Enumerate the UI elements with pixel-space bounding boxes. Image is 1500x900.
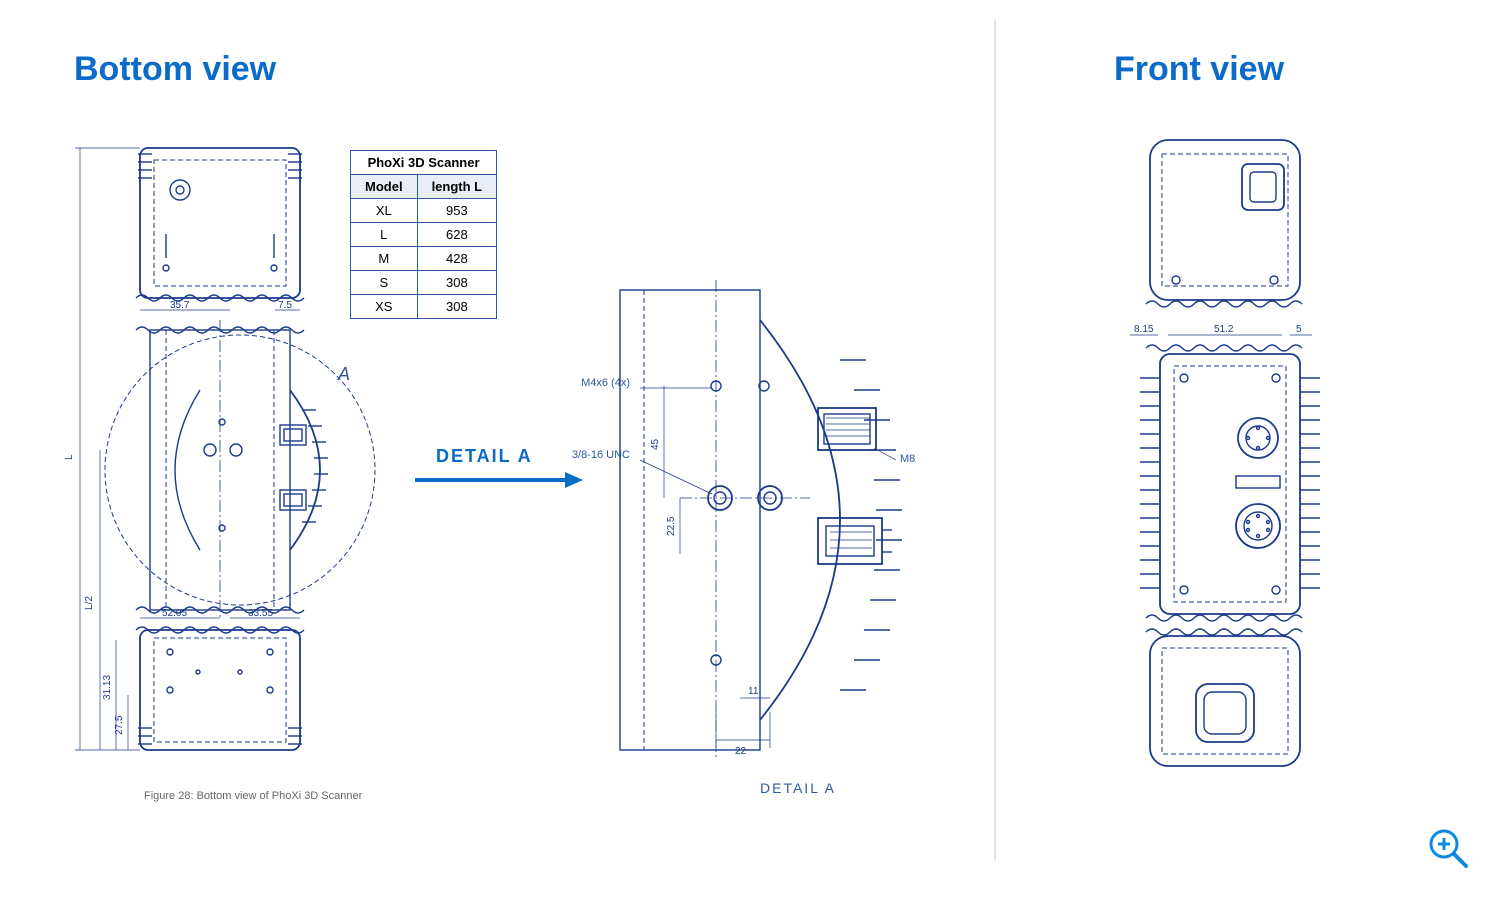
bottom-view-column: Bottom view PhoXi 3D Scanner Model lengt… <box>0 0 990 900</box>
table-row: XL953 <box>351 199 497 223</box>
table-row: S308 <box>351 271 497 295</box>
label-m4x6: M4x6 (4x) <box>581 377 630 389</box>
dim-45: 45 <box>650 438 661 450</box>
front-view-column: Front view 8.15 51.2 5 <box>1000 0 1500 900</box>
bottom-view-title: Bottom view <box>74 50 276 89</box>
label-m8: M8 <box>900 453 915 465</box>
figure-caption: Figure 28: Bottom view of PhoXi 3D Scann… <box>144 790 362 802</box>
spec-table: PhoXi 3D Scanner Model length L XL953 L6… <box>350 150 497 319</box>
zoom-in-button[interactable] <box>1426 826 1470 870</box>
table-row: M428 <box>351 247 497 271</box>
dim-L: L <box>64 454 75 460</box>
label-unc: 3/8-16 UNC <box>572 449 630 461</box>
detail-A-caption: DETAIL A <box>760 780 836 796</box>
spec-table-title: PhoXi 3D Scanner <box>351 151 497 175</box>
dim-512: 51.2 <box>1214 324 1234 335</box>
front-view-drawing: 8.15 51.2 5 <box>1120 140 1340 780</box>
arrow-icon <box>415 470 585 490</box>
front-view-title: Front view <box>1114 50 1284 89</box>
table-row: L628 <box>351 223 497 247</box>
column-divider <box>994 20 996 860</box>
detail-A-drawing: M4x6 (4x) 3/8-16 UNC M8 45 22.5 22 11 <box>600 280 960 780</box>
dim-31: 31.13 <box>102 675 113 700</box>
dim-5205: 52.05 <box>162 608 187 619</box>
dim-11: 11 <box>748 686 759 697</box>
table-row: XS308 <box>351 295 497 319</box>
zoom-icon <box>1426 826 1470 870</box>
callout-A: A <box>337 364 350 384</box>
dim-275: 27.5 <box>114 715 125 735</box>
dim-3355: 33.55 <box>248 608 273 619</box>
dim-75: 7.5 <box>278 300 292 311</box>
dim-225: 22.5 <box>666 516 677 536</box>
dim-22: 22 <box>735 746 747 757</box>
dim-815: 8.15 <box>1134 324 1154 335</box>
spec-table-header-length: length L <box>417 175 497 199</box>
spec-table-header-model: Model <box>351 175 418 199</box>
page: Bottom view PhoXi 3D Scanner Model lengt… <box>0 0 1500 900</box>
bottom-view-drawing: L L/2 31.13 27.5 <box>70 140 340 780</box>
detail-A-label: DETAIL A <box>436 446 533 467</box>
dim-357: 35.7 <box>170 300 190 311</box>
dim-5: 5 <box>1296 324 1302 335</box>
dim-L2: L/2 <box>84 596 95 610</box>
